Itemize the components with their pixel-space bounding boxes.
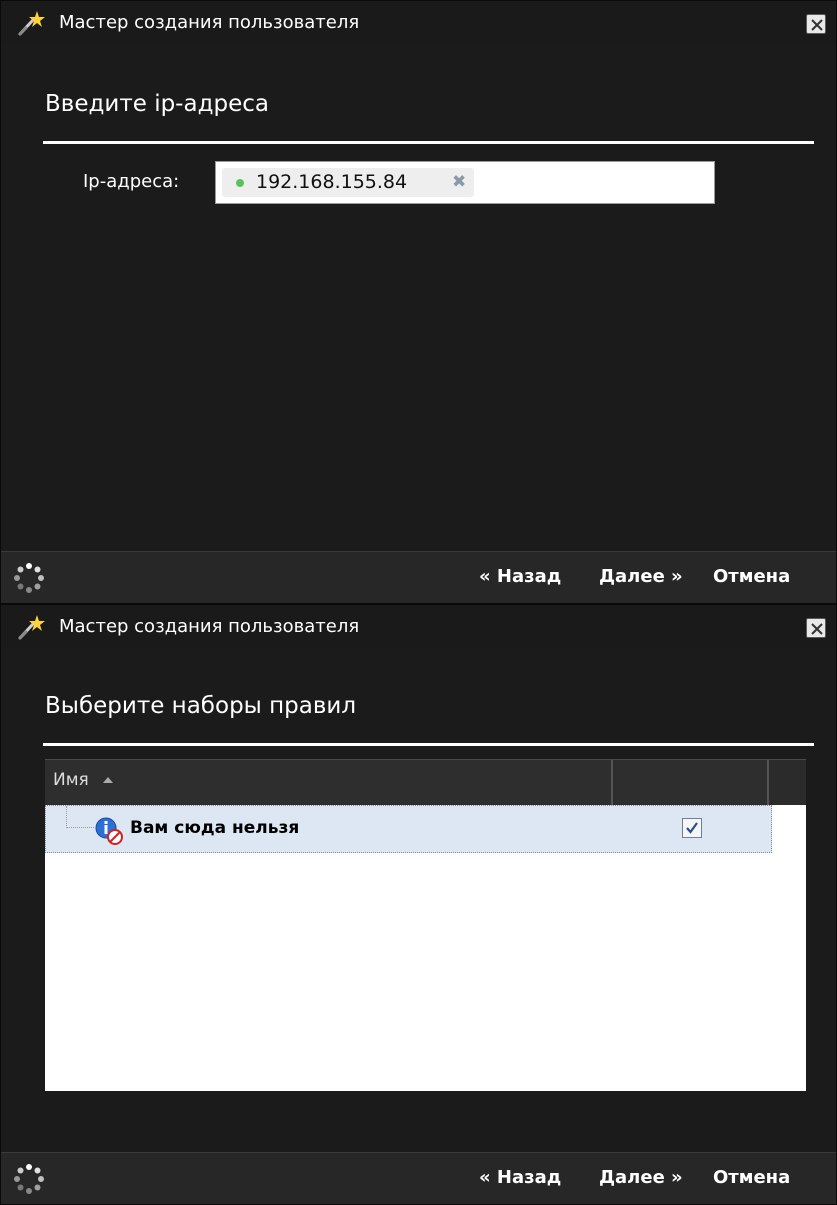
ip-token[interactable]: 192.168.155.84 ✖ [222,168,474,197]
window-title: Мастер создания пользователя [59,12,360,33]
wizard-body: Выберите наборы правил Имя Вам сюда нель… [23,649,814,1155]
sort-ascending-icon [103,777,113,783]
token-remove-icon[interactable]: ✖ [452,172,466,192]
wizard-window-rules: Мастер создания пользователя Выберите на… [0,604,837,1205]
rule-set-name: Вам сюда нельзя [130,818,300,838]
cancel-button[interactable]: Отмена [713,1167,790,1188]
status-dot-icon [236,179,244,187]
close-button[interactable] [806,14,826,34]
next-button[interactable]: Далее » [599,1167,683,1188]
ip-field-label: Ip-адреса: [83,171,180,192]
close-icon [811,623,823,635]
heading-divider [43,743,814,746]
back-button[interactable]: « Назад [479,566,561,587]
step-heading: Введите ip-адреса [45,91,269,117]
ip-token-value: 192.168.155.84 [256,171,408,193]
wizard-footer: « Назад Далее » Отмена [1,1152,836,1204]
rule-set-checkbox[interactable] [682,818,702,838]
column-header-label: Имя [53,770,89,790]
title-bar: Мастер создания пользователя [1,605,836,649]
magic-wand-icon [18,615,45,640]
tree-connector [66,806,94,828]
magic-wand-icon [18,11,45,36]
heading-divider [43,141,814,144]
cancel-button[interactable]: Отмена [713,566,790,587]
wizard-window-ip: Мастер создания пользователя Введите ip-… [0,0,837,604]
window-title: Мастер создания пользователя [59,616,360,637]
wizard-footer: « Назад Далее » Отмена [1,551,836,603]
wizard-body: Введите ip-адреса Ip-адреса: 192.168.155… [23,45,814,551]
column-header-select[interactable] [615,760,769,806]
close-button[interactable] [806,618,826,638]
close-icon [811,19,823,31]
rule-info-icon [95,817,123,845]
table-row[interactable]: Вам сюда нельзя [45,805,772,853]
loading-spinner-icon [14,1164,44,1194]
ip-address-input[interactable]: 192.168.155.84 ✖ [215,161,715,204]
grid-header: Имя [45,759,806,806]
step-heading: Выберите наборы правил [45,693,357,719]
title-bar: Мастер создания пользователя [1,1,836,45]
rules-grid: Имя Вам сюда нельзя [45,759,806,1091]
loading-spinner-icon [14,563,44,593]
column-header-name[interactable]: Имя [45,760,613,806]
back-button[interactable]: « Назад [479,1167,561,1188]
checkmark-icon [686,822,698,834]
next-button[interactable]: Далее » [599,566,683,587]
